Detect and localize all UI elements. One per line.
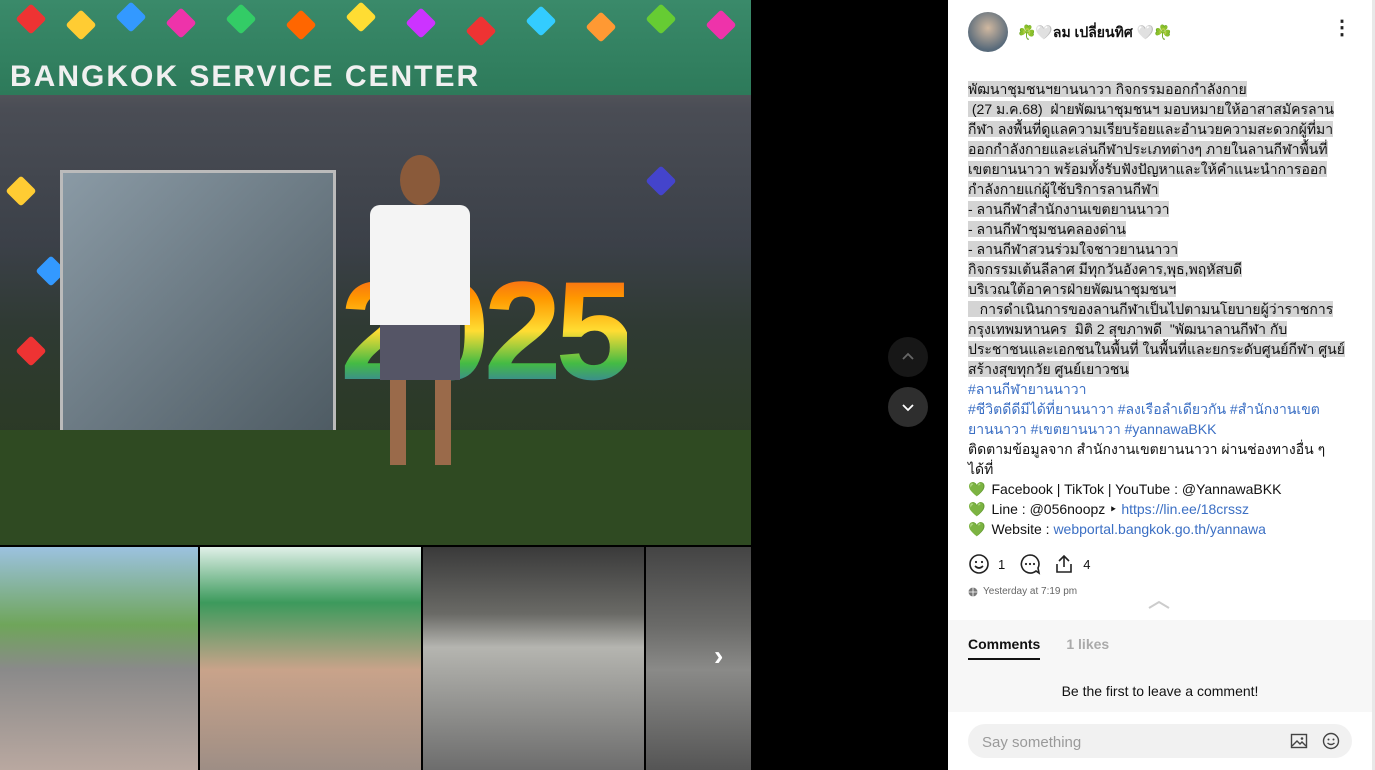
- smiley-reaction-icon[interactable]: [968, 553, 990, 575]
- next-post-button[interactable]: [888, 387, 928, 427]
- post-text-line: เขตยานนาวา พร้อมทั้งรับฟังปัญหาและให้คำแ…: [968, 159, 1338, 179]
- channel-facebook-text: Facebook | TikTok | YouTube : @YannawaBK…: [991, 481, 1282, 497]
- chevron-up-icon: [902, 352, 914, 360]
- highlighted-text: กรุงเทพมหานคร มิติ 2 สุขภาพดี "พัฒนาลานก…: [968, 321, 1288, 337]
- hashtag-line[interactable]: ยานนาวา #เขตยานนาวา #yannawaBKK: [968, 419, 1338, 439]
- share-icon[interactable]: [1053, 553, 1075, 575]
- post-text-line: (27 ม.ค.68) ฝ่ายพัฒนาชุมชนฯ มอบหมายให้อา…: [968, 99, 1338, 119]
- thumbnail-photo[interactable]: [423, 547, 644, 770]
- banner-text: BANGKOK SERVICE CENTER: [10, 60, 481, 93]
- collapse-chevron-icon[interactable]: [1146, 598, 1172, 610]
- media-viewer: BANGKOK SERVICE CENTER 2025 ›: [0, 0, 948, 770]
- highlighted-text: ออกกำลังกายและเล่นกีฬาประเภทต่างๆ ภายในล…: [968, 141, 1328, 157]
- timestamp-text[interactable]: Yesterday at 7:19 pm: [983, 586, 1077, 597]
- post-text-line: - ลานกีฬาสำนักงานเขตยานนาวา: [968, 199, 1338, 219]
- post-text-line: กรุงเทพมหานคร มิติ 2 สุขภาพดี "พัฒนาลานก…: [968, 319, 1338, 339]
- website-link[interactable]: webportal.bangkok.go.th/yannawa: [1053, 521, 1265, 537]
- comment-input[interactable]: [980, 724, 1274, 760]
- highlighted-text: กำลังกายแก่ผู้ใช้บริการลานกีฬา: [968, 181, 1159, 197]
- comment-composer: [968, 724, 1352, 760]
- empty-comments-message: Be the first to leave a comment!: [1061, 683, 1259, 699]
- post-timestamp: Yesterday at 7:19 pm: [968, 586, 1077, 597]
- channel-line: 💚 Line : @056noopz ‣ https://lin.ee/18crs…: [968, 499, 1338, 519]
- thumbnail-next-arrow-icon[interactable]: ›: [714, 640, 723, 672]
- channel-website: 💚 Website : webportal.bangkok.go.th/yanna…: [968, 519, 1338, 539]
- thumbnail-photo[interactable]: [200, 547, 421, 770]
- tab-comments[interactable]: Comments: [968, 636, 1041, 660]
- highlighted-text: สร้างสุขทุกวัย ศูนย์เยาวชน: [968, 361, 1129, 377]
- channel-line-text: Line : @056noopz ‣: [991, 501, 1122, 517]
- post-text-line: การดำเนินการของลานกีฬาเป็นไปตามนโยบายผู้…: [968, 299, 1338, 319]
- channel-facebook: 💚 Facebook | TikTok | YouTube : @YannawaB…: [968, 479, 1338, 499]
- highlighted-text: บริเวณใต้อาคารฝ่ายพัฒนาชุมชนฯ: [968, 281, 1177, 297]
- highlighted-text: เขตยานนาวา พร้อมทั้งรับฟังปัญหาและให้คำแ…: [968, 161, 1327, 177]
- highlighted-text: กิจกรรมเต้นลีลาศ มีทุกวันอังคาร,พุธ,พฤหั…: [968, 261, 1243, 277]
- line-link[interactable]: https://lin.ee/18crssz: [1121, 501, 1249, 517]
- post-header: ☘️🤍ลม เปลี่ยนทิศ 🤍☘️ ⋮: [968, 10, 1352, 52]
- hashtag-line[interactable]: #ชีวิตดีดีมีได้ที่ยานนาวา #ลงเรือลำเดียว…: [968, 399, 1338, 419]
- shares-count[interactable]: 4: [1083, 557, 1090, 572]
- highlighted-text: - ลานกีฬาชุมชนคลองด่าน: [968, 221, 1126, 237]
- highlighted-text: กีฬา ลงพื้นที่ดูแลความเรียบร้อยและอำนวยค…: [968, 121, 1334, 137]
- avatar[interactable]: [968, 12, 1008, 52]
- follow-text: ติดตามข้อมูลจาก สำนักงานเขตยานนาวา ผ่านช…: [968, 441, 1326, 457]
- reactions-count[interactable]: 1: [998, 557, 1005, 572]
- image-upload-icon[interactable]: [1290, 732, 1308, 750]
- post-text-line: ออกกำลังกายและเล่นกีฬาประเภทต่างๆ ภายในล…: [968, 139, 1338, 159]
- pinwheel-decoration: [645, 165, 677, 197]
- post-body: พัฒนาชุมชนฯยานนาวา กิจกรรมออกกำลังกาย (2…: [968, 79, 1345, 539]
- post-text-line: บริเวณใต้อาคารฝ่ายพัฒนาชุมชนฯ: [968, 279, 1338, 299]
- tab-likes[interactable]: 1 likes: [1066, 636, 1109, 660]
- post-text-line: สร้างสุขทุกวัย ศูนย์เยาวชน: [968, 359, 1338, 379]
- pinwheel-decoration: [15, 335, 47, 367]
- thumbnail-photo[interactable]: [0, 547, 198, 770]
- more-options-icon[interactable]: ⋮: [1332, 18, 1352, 38]
- highlighted-text: พัฒนาชุมชนฯยานนาวา กิจกรรมออกกำลังกาย: [968, 81, 1247, 97]
- person-figure: [355, 155, 485, 485]
- thumbnail-strip: [0, 547, 751, 770]
- green-heart-icon: 💚: [968, 501, 986, 517]
- pinwheel-decoration: [5, 175, 37, 207]
- post-text-line: ประชาชนและเอกชนในพื้นที่ ในพื้นที่และยกร…: [968, 339, 1345, 359]
- green-heart-icon: 💚: [968, 481, 986, 497]
- main-photo[interactable]: BANGKOK SERVICE CENTER 2025: [0, 0, 751, 545]
- post-text-line: - ลานกีฬาสวนร่วมใจชาวยานนาวา: [968, 239, 1338, 259]
- post-text-line: กำลังกายแก่ผู้ใช้บริการลานกีฬา: [968, 179, 1338, 199]
- thumbnail-photo[interactable]: [646, 547, 751, 770]
- previous-post-button[interactable]: [888, 337, 928, 377]
- hashtag-line[interactable]: #ลานกีฬายานนาวา: [968, 379, 1338, 399]
- post-actions: 1 4: [968, 552, 1104, 576]
- globe-icon: [968, 587, 978, 596]
- post-side-panel: ☘️🤍ลม เปลี่ยนทิศ 🤍☘️ ⋮ พัฒนาชุมชนฯยานนาว…: [948, 0, 1372, 770]
- highlighted-text: (27 ม.ค.68) ฝ่ายพัฒนาชุมชนฯ มอบหมายให้อา…: [968, 101, 1334, 117]
- comments-tabs: Comments 1 likes: [968, 636, 1135, 660]
- post-text-line: กีฬา ลงพื้นที่ดูแลความเรียบร้อยและอำนวยค…: [968, 119, 1338, 139]
- highlighted-text: - ลานกีฬาสวนร่วมใจชาวยานนาวา: [968, 241, 1179, 257]
- post-text-line: พัฒนาชุมชนฯยานนาวา กิจกรรมออกกำลังกาย: [968, 79, 1338, 99]
- highlighted-text: การดำเนินการของลานกีฬาเป็นไปตามนโยบายผู้…: [968, 301, 1334, 317]
- chevron-down-icon: [902, 404, 914, 412]
- author-name[interactable]: ☘️🤍ลม เปลี่ยนทิศ 🤍☘️: [1018, 22, 1171, 44]
- glass-door: [60, 170, 336, 446]
- post-text-line: กิจกรรมเต้นลีลาศ มีทุกวันอังคาร,พุธ,พฤหั…: [968, 259, 1338, 279]
- follow-text: ได้ที่: [968, 461, 994, 477]
- comment-icon[interactable]: [1019, 553, 1041, 575]
- green-heart-icon: 💚: [968, 521, 986, 537]
- channel-website-text: Website :: [991, 521, 1054, 537]
- post-text: พัฒนาชุมชนฯยานนาวา กิจกรรมออกกำลังกาย (2…: [968, 79, 1345, 379]
- post-text-line: - ลานกีฬาชุมชนคลองด่าน: [968, 219, 1338, 239]
- highlighted-text: - ลานกีฬาสำนักงานเขตยานนาวา: [968, 201, 1170, 217]
- highlighted-text: ประชาชนและเอกชนในพื้นที่ ในพื้นที่และยกร…: [968, 341, 1345, 357]
- emoji-picker-icon[interactable]: [1322, 732, 1340, 750]
